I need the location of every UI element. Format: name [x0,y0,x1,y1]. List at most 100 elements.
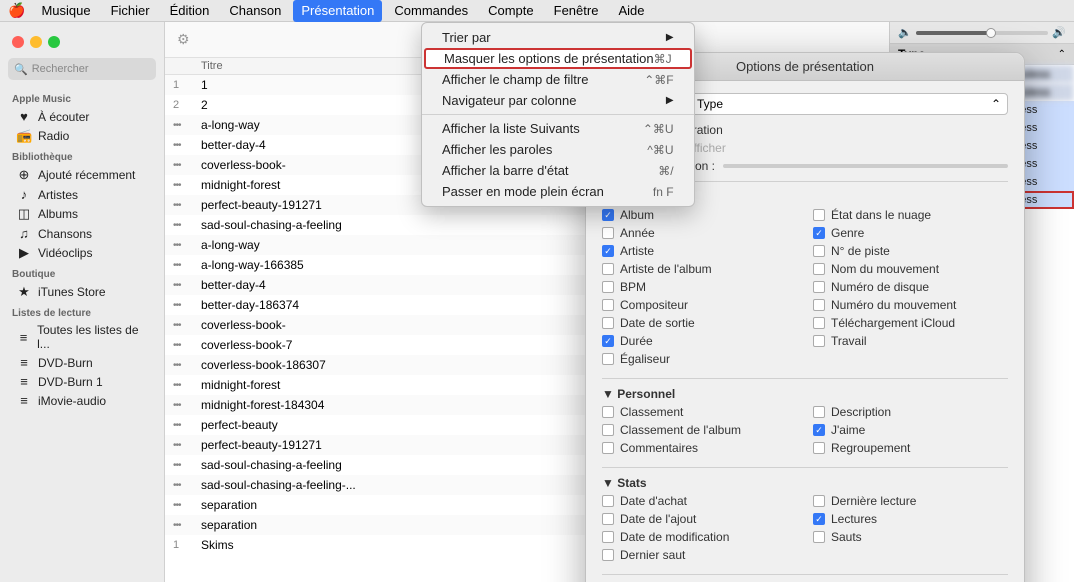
track-menu[interactable]: ••• [173,120,201,131]
menu-chanson[interactable]: Chanson [221,0,289,22]
presentation-menu: Trier par ▶ Masquer les options de prése… [421,22,695,207]
track-menu[interactable]: ••• [173,520,201,531]
track-menu[interactable]: ••• [173,260,201,271]
sidebar-item-radio[interactable]: 📻 Radio [4,126,160,146]
section-label-bibliotheque: Bibliothèque [0,146,164,165]
table-row[interactable]: •••separation2:20 [165,495,1074,515]
maximize-button[interactable] [48,36,60,48]
track-menu[interactable]: ••• [173,480,201,491]
table-row[interactable]: •••coverless-book-1863074:24 [165,355,1074,375]
track-menu[interactable]: ••• [173,500,201,511]
recently-added-icon: ⊕ [16,167,32,183]
menu-shortcut: ⌘J [654,52,672,66]
track-menu[interactable]: ••• [173,380,201,391]
songs-icon: ♫ [16,226,32,241]
track-menu[interactable]: ••• [173,200,201,211]
sidebar-item-albums[interactable]: ◫ Albums [4,204,160,224]
menu-fichier[interactable]: Fichier [103,0,158,22]
search-icon: 🔍 [14,63,28,76]
track-menu[interactable]: ••• [173,460,201,471]
track-menu[interactable]: ••• [173,180,201,191]
table-row[interactable]: •••separation2:20 [165,515,1074,535]
menu-item-plein-ecran[interactable]: Passer en mode plein écran fn F [422,181,694,202]
track-menu[interactable]: ••• [173,340,201,351]
track-menu[interactable]: ••• [173,280,201,291]
table-row[interactable]: •••a-long-way4:33 [165,235,1074,255]
track-menu[interactable]: ••• [173,160,201,171]
radio-icon: 📻 [16,128,32,144]
menu-musique[interactable]: Musique [33,0,98,22]
sidebar-item-toutes-listes[interactable]: ≡ Toutes les listes de l... [4,321,160,353]
table-row[interactable]: •••perfect-beauty7:20 [165,415,1074,435]
menu-item-barre-etat[interactable]: Afficher la barre d'état ⌘/ [422,160,694,181]
menu-compte[interactable]: Compte [480,0,542,22]
sidebar-item-dvd-burn[interactable]: ≡ DVD-Burn [4,353,160,372]
table-row[interactable]: •••a-long-way-1663854:33 [165,255,1074,275]
track-title: coverless-book-7 [201,338,956,352]
table-row[interactable]: •••sad-soul-chasing-a-feeling1:57 [165,215,1074,235]
table-row[interactable]: •••perfect-beauty-1912717:20 [165,435,1074,455]
menu-edition[interactable]: Édition [162,0,218,22]
track-title: midnight-forest [201,378,956,392]
track-menu[interactable]: ••• [173,320,201,331]
track-menu[interactable]: ••• [173,140,201,151]
track-menu[interactable]: ••• [173,440,201,451]
track-duration: 2:20 [956,498,1006,512]
sidebar-item-chansons[interactable]: ♫ Chansons [4,224,160,243]
sidebar-item-imovie-audio[interactable]: ≡ iMovie-audio [4,391,160,410]
albums-icon: ◫ [16,206,32,222]
track-menu[interactable]: ••• [173,300,201,311]
table-row[interactable]: 1Skims3:02 [165,535,1074,555]
menu-item-label: Masquer les options de présentation [444,51,654,66]
apple-icon[interactable]: 🍎 [8,2,25,19]
menu-item-champ-filtre[interactable]: Afficher le champ de filtre ⌃⌘F [422,69,694,90]
sidebar-item-itunes-store[interactable]: ★ iTunes Store [4,282,160,302]
sidebar-item-label: Albums [38,207,78,221]
close-button[interactable] [12,36,24,48]
table-row[interactable]: •••midnight-forest-1843042:48 [165,395,1074,415]
menu-item-label: Afficher le champ de filtre [442,72,588,87]
menu-commandes[interactable]: Commandes [386,0,476,22]
track-menu[interactable]: ••• [173,420,201,431]
track-menu[interactable]: ••• [173,360,201,371]
table-row[interactable]: •••sad-soul-chasing-a-feeling1:57 [165,455,1074,475]
table-row[interactable]: •••better-day-41:31 [165,275,1074,295]
artists-icon: ♪ [16,187,32,202]
menu-shortcut: fn F [653,185,674,199]
videoclips-icon: ▶ [16,245,32,261]
track-title: sad-soul-chasing-a-feeling [201,218,956,232]
menu-aide[interactable]: Aide [610,0,652,22]
sidebar-item-a-ecouter[interactable]: ♥ À écouter [4,107,160,126]
menu-item-navigateur[interactable]: Navigateur par colonne ▶ [422,90,694,111]
track-duration: 4:24 [956,358,1006,372]
menu-item-liste-suivants[interactable]: Afficher la liste Suivants ⌃⌘U [422,118,694,139]
track-menu[interactable]: ••• [173,400,201,411]
minimize-button[interactable] [30,36,42,48]
track-title: perfect-beauty-191271 [201,438,956,452]
table-row[interactable]: •••coverless-book-4:24 [165,315,1074,335]
section-label-apple-music: Apple Music [0,88,164,107]
table-row[interactable]: •••coverless-book-74:24 [165,335,1074,355]
track-menu[interactable]: ••• [173,240,201,251]
sidebar-item-dvd-burn-1[interactable]: ≡ DVD-Burn 1 [4,372,160,391]
track-menu[interactable]: ••• [173,220,201,231]
menu-item-paroles[interactable]: Afficher les paroles ^⌘U [422,139,694,160]
search-bar[interactable]: 🔍 Rechercher [8,58,156,80]
menu-item-trier-par[interactable]: Trier par ▶ [422,27,694,48]
track-number: 1 [173,79,201,91]
menu-fenetre[interactable]: Fenêtre [546,0,607,22]
sidebar-item-label: Radio [38,129,69,143]
menu-presentation[interactable]: Présentation [293,0,382,22]
track-title: sad-soul-chasing-a-feeling-... [201,478,956,492]
table-row[interactable]: •••better-day-1863741:31 [165,295,1074,315]
playlist-icon: ≡ [16,330,31,345]
sidebar-item-artistes[interactable]: ♪ Artistes [4,185,160,204]
track-title: separation [201,518,956,532]
settings-icon[interactable]: ⚙ [177,31,190,48]
sidebar-item-ajoute-recemment[interactable]: ⊕ Ajouté récemment [4,165,160,185]
table-row[interactable]: •••sad-soul-chasing-a-feeling-...1:57 [165,475,1074,495]
sidebar-item-videoclips[interactable]: ▶ Vidéoclips [4,243,160,263]
track-title: separation [201,498,956,512]
table-row[interactable]: •••midnight-forest2:48 [165,375,1074,395]
menu-item-masquer[interactable]: Masquer les options de présentation ⌘J [424,48,692,69]
